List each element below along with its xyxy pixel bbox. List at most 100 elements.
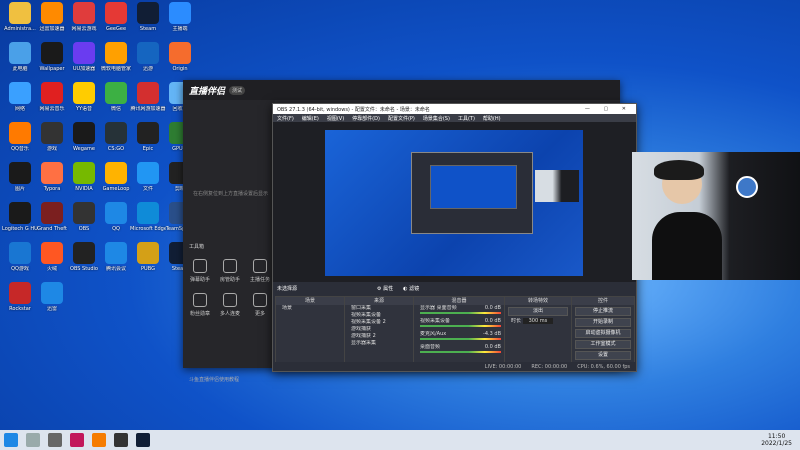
app-icon [41,2,63,24]
scene-item[interactable]: 场景 [276,305,344,312]
desktop-icon[interactable]: Logitech G HUB [2,202,38,232]
desktop-icon[interactable]: Grand Theft [34,202,70,232]
desktop-icon[interactable]: Steam [130,2,166,32]
source-item[interactable]: 视频采集设备 [345,312,413,319]
mixer-channel[interactable]: 麦克风/Aux -4.3 dB [414,331,504,344]
tutorial-link[interactable]: 斗鱼直播伴侣使用教程 [189,376,239,383]
desktop-icon[interactable]: 主播端 [162,2,198,32]
desktop-icon[interactable]: 迅游 [130,42,166,72]
menu-item[interactable]: 编辑(E) [302,115,319,122]
transition-select[interactable]: 淡出 [508,307,568,316]
menu-item[interactable]: 帮助(H) [483,115,501,122]
mixer-label: 显示器 桌面音频 [420,305,457,311]
mixer-channel[interactable]: 视频采集设备 0.0 dB [414,318,504,331]
desktop-icon[interactable]: Epic [130,122,166,152]
task-view-icon[interactable] [48,433,62,447]
streamer-logo: 直播伴侣 [189,86,226,97]
source-item[interactable]: 游戏捕获 [345,326,413,333]
start-icon[interactable] [4,433,18,447]
steam-taskbar-icon[interactable] [136,433,150,447]
source-item[interactable]: 游戏捕获 2 [345,333,413,340]
desktop-icon[interactable]: 图片 [2,162,38,192]
tool-item[interactable]: 多人连麦 [215,289,245,323]
desktop-icon[interactable]: 迅雷 [34,282,70,312]
desktop-icon[interactable]: 此电脑 [2,42,38,72]
desktop-icon-label: QQ游戏 [11,266,29,272]
obs-taskbar-icon[interactable] [114,433,128,447]
control-button[interactable]: 启动虚拟摄像机 [575,329,631,338]
desktop-icon[interactable]: OBS Studio [66,242,102,272]
taskbar-app-icon[interactable] [70,433,84,447]
source-item[interactable]: 视频采集设备 2 [345,319,413,326]
mixer-channel[interactable]: 显示器 桌面音频 0.0 dB [414,305,504,318]
desktop-icon[interactable]: 网络 [2,82,38,112]
streamer-titlebar[interactable]: 直播伴侣 测试 [183,80,620,100]
desktop-icon-label: Typora [43,186,61,192]
tool-label: 主播任务 [249,277,270,283]
clock[interactable]: 11:50 2022/1/25 [761,433,800,447]
duration-field[interactable]: 300 ms [522,318,554,324]
desktop-icon[interactable]: GameLoop [98,162,134,192]
desktop-icon[interactable]: PUBG [130,242,166,272]
app-icon [41,242,63,264]
desktop-icon[interactable]: Wallpaper [34,42,70,72]
source-item[interactable]: 显示器采集 [345,340,413,347]
desktop-icon[interactable]: Wegame [66,122,102,152]
control-button[interactable]: 停止推流 [575,307,631,316]
control-button[interactable]: 设置 [575,351,631,360]
desktop-icon[interactable]: YY语音 [66,82,102,112]
desktop-icon[interactable]: CS:GO [98,122,134,152]
obs-window: OBS 27.1.3 (64-bit, windows) - 配置文件：未命名 … [272,103,637,372]
tool-item[interactable]: 房管助手 [215,255,245,289]
menu-item[interactable]: 场景集合(S) [423,115,450,122]
desktop-icon[interactable]: Administra... [2,2,38,32]
desktop-icon[interactable]: 网易云游戏 [66,2,102,32]
desktop-icon[interactable]: 网易云音乐 [34,82,70,112]
app-icon [9,162,31,184]
control-button[interactable]: 开始录制 [575,318,631,327]
desktop-icon[interactable]: Origin [162,42,198,72]
desktop-icon[interactable]: NVIDIA [66,162,102,192]
obs-titlebar[interactable]: OBS 27.1.3 (64-bit, windows) - 配置文件：未命名 … [273,104,636,114]
desktop-icon[interactable]: 文件 [130,162,166,192]
taskbar: 11:50 2022/1/25 [0,430,800,450]
app-icon [73,42,95,64]
desktop-icon[interactable]: Microsoft Edge [130,202,166,232]
streamer-taskbar-icon[interactable] [92,433,106,447]
properties-button[interactable]: ⚙ 属性 [377,285,393,292]
desktop-icon-label: OBS [78,226,90,232]
desktop-icon[interactable]: 迅雷加速器 [34,2,70,32]
search-icon[interactable] [26,433,40,447]
desktop-icon[interactable]: 游戏 [34,122,70,152]
filters-button[interactable]: ◐ 滤镜 [403,285,419,292]
tool-item[interactable]: 更多 [245,289,275,323]
desktop-icon-label: 网易云游戏 [71,26,97,32]
menu-item[interactable]: 配置文件(P) [388,115,415,122]
menu-item[interactable]: 文件(F) [277,115,294,122]
desktop-icon[interactable]: 火绒 [34,242,70,272]
control-button[interactable]: 工作室模式 [575,340,631,349]
menu-item[interactable]: 停靠部件(D) [352,115,380,122]
desktop-icon-label: Origin [172,66,188,72]
desktop-icon[interactable]: 微信 [98,82,134,112]
mixer-channel[interactable]: 桌面音频 0.0 dB [414,344,504,357]
desktop-icon[interactable]: GeeGee [98,2,134,32]
desktop-icon[interactable]: UU加速器 [66,42,102,72]
desktop-icon[interactable]: 腾讯会议 [98,242,134,272]
tool-icon [253,259,267,273]
source-item[interactable]: 窗口采集 [345,305,413,312]
desktop-icon[interactable]: OBS [66,202,102,232]
desktop-icon[interactable]: Rockstar [2,282,38,312]
desktop-icon[interactable]: QQ游戏 [2,242,38,272]
desktop-icon[interactable]: 腾讯网游加速器 [130,82,166,112]
menu-item[interactable]: 视图(V) [327,115,344,122]
desktop-icon[interactable]: Typora [34,162,70,192]
desktop-icon[interactable]: QQ音乐 [2,122,38,152]
tool-item[interactable]: 主播任务 [245,255,275,289]
window-controls[interactable]: — ▢ ✕ [585,106,632,112]
desktop-icon[interactable]: 微软电脑管家 [98,42,134,72]
tool-item[interactable]: 粉丝勋章 [185,289,215,323]
desktop-icon[interactable]: QQ [98,202,134,232]
tool-item[interactable]: 弹幕助手 [185,255,215,289]
menu-item[interactable]: 工具(T) [458,115,475,122]
